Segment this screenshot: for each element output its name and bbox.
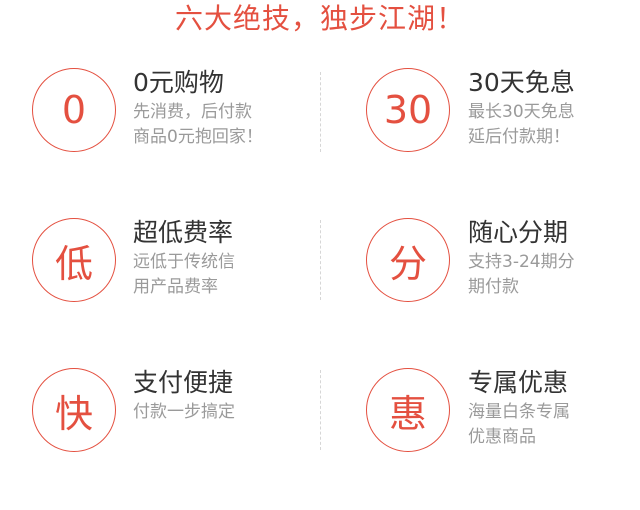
- feature-desc-line1: 支持3-24期分: [468, 252, 575, 272]
- feature-grid: 0 0元购物 先消费，后付款 商品0元抱回家！ 30 30天免息 最长30天免息…: [0, 60, 640, 460]
- feature-desc-line1: 海量白条专属: [468, 402, 570, 422]
- page-title: 六大绝技，独步江湖！: [174, 2, 465, 35]
- feature-badge-icon: 分: [366, 218, 450, 302]
- feature-exclusive-offers: 惠 专属优惠 海量白条专属 优惠商品: [0, 360, 570, 510]
- feature-interest-free: 30 30天免息 最长30天免息 延后付款期！: [0, 60, 575, 210]
- feature-heading: 30天免息: [468, 68, 575, 97]
- feature-desc-line1: 最长30天免息: [468, 102, 575, 122]
- feature-heading: 随心分期: [468, 218, 569, 247]
- column-divider: [320, 220, 321, 300]
- feature-desc-line2: 期付款: [468, 277, 519, 297]
- column-divider: [320, 370, 321, 450]
- feature-desc-line2: 优惠商品: [468, 427, 536, 447]
- feature-heading: 专属优惠: [468, 368, 569, 397]
- column-divider: [320, 72, 321, 152]
- feature-desc-line2: 延后付款期！: [468, 127, 570, 147]
- feature-badge-icon: 30: [366, 68, 450, 152]
- feature-installments: 分 随心分期 支持3-24期分 期付款: [0, 210, 575, 360]
- feature-badge-icon: 惠: [366, 368, 450, 452]
